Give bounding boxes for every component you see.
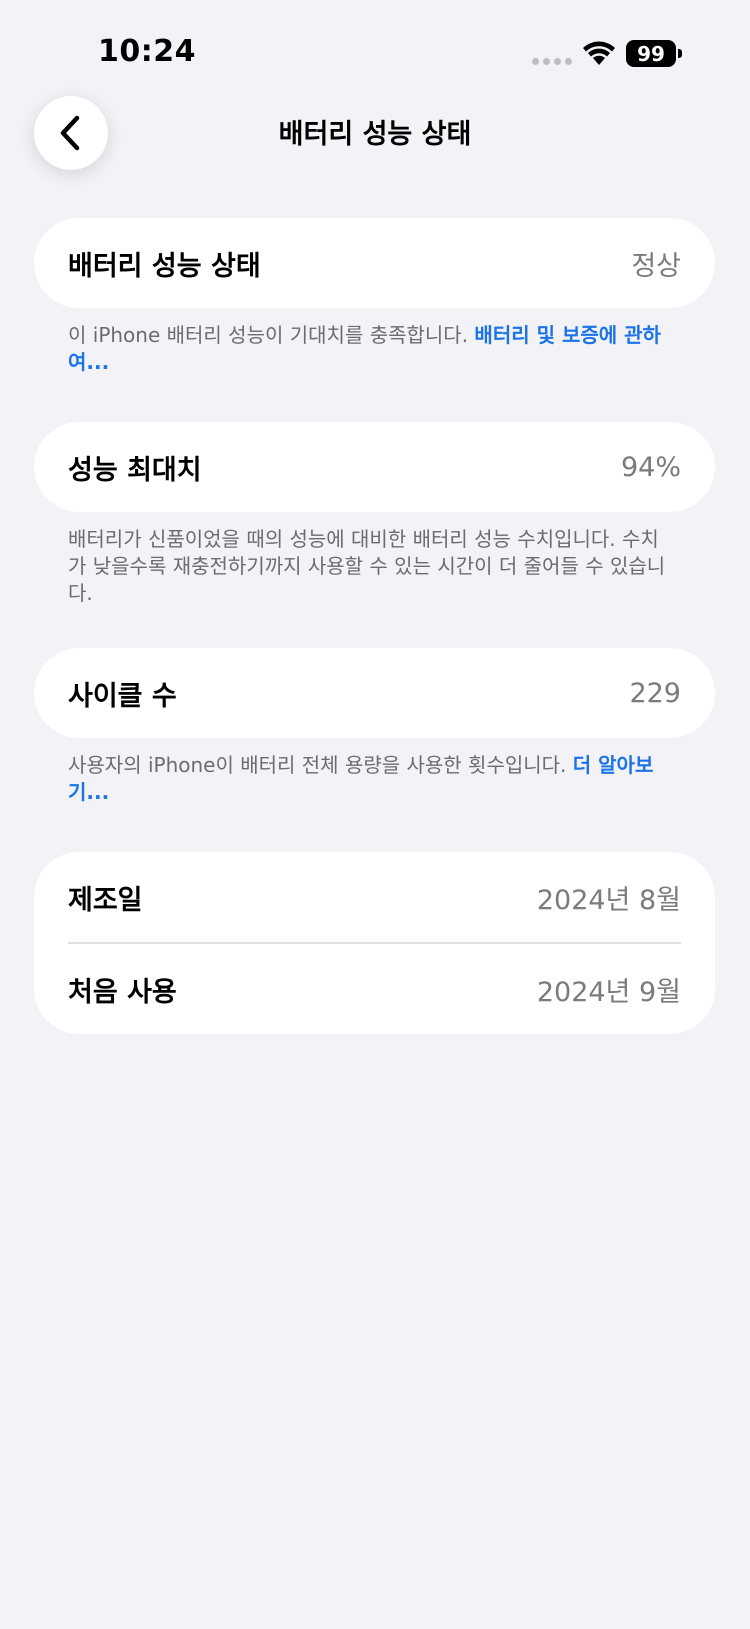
battery-health-row: 배터리 성능 상태 정상: [34, 218, 715, 308]
manufacture-date-label: 제조일: [68, 884, 143, 916]
cycle-count-row: 사이클 수 229: [34, 648, 715, 738]
maximum-capacity-footnote: 배터리가 신품이었을 때의 성능에 대비한 배터리 성능 수치입니다. 수치가 …: [68, 527, 666, 605]
cycle-count-label: 사이클 수: [68, 680, 177, 712]
dates-card: 제조일 2024년 8월 처음 사용 2024년 9월: [34, 852, 715, 1034]
battery-health-value: 정상: [631, 250, 681, 282]
cycle-count-footnote-text: 사용자의 iPhone이 배터리 전체 용량을 사용한 횟수입니다.: [68, 753, 573, 777]
manufacture-date-value: 2024년 8월: [536, 884, 681, 916]
battery-health-footnote: 이 iPhone 배터리 성능이 기대치를 충족합니다. 배터리 및 보증에 관…: [68, 322, 668, 376]
battery-health-label: 배터리 성능 상태: [68, 250, 261, 282]
maximum-capacity-label: 성능 최대치: [68, 454, 202, 486]
cycle-count-value: 229: [629, 677, 681, 709]
battery-level: 99: [637, 41, 665, 66]
first-use-value: 2024년 9월: [536, 976, 681, 1008]
first-use-row: 처음 사용 2024년 9월: [34, 944, 715, 1034]
battery-health-card: 배터리 성능 상태 정상: [34, 218, 715, 308]
maximum-capacity-value: 94%: [620, 451, 681, 483]
battery-tip: [678, 49, 682, 58]
maximum-capacity-row: 성능 최대치 94%: [34, 422, 715, 512]
cycle-count-footnote: 사용자의 iPhone이 배터리 전체 용량을 사용한 횟수입니다. 더 알아보…: [68, 752, 668, 806]
first-use-label: 처음 사용: [68, 976, 177, 1008]
cellular-signal-icon: [532, 58, 572, 65]
page-title: 배터리 성능 상태: [278, 119, 472, 150]
status-time: 10:24: [98, 34, 196, 69]
battery-health-footnote-text: 이 iPhone 배터리 성능이 기대치를 충족합니다.: [68, 323, 475, 347]
manufacture-date-row: 제조일 2024년 8월: [34, 852, 715, 942]
wifi-icon: [583, 41, 615, 65]
cycle-count-card: 사이클 수 229: [34, 648, 715, 738]
status-bar: 10:24 99: [0, 0, 750, 100]
battery-icon: 99: [626, 40, 676, 67]
maximum-capacity-card: 성능 최대치 94%: [34, 422, 715, 512]
